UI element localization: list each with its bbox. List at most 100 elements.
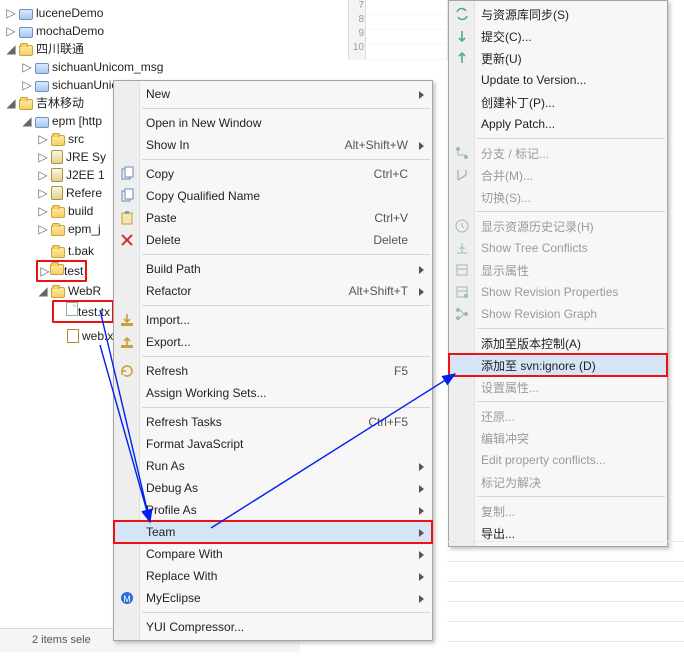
menu-item-accelerator: F5 xyxy=(394,364,408,378)
menu-item-accelerator: Ctrl+C xyxy=(374,167,408,181)
menu-item-accelerator: Ctrl+V xyxy=(374,211,408,225)
expand-toggle[interactable]: ◢ xyxy=(22,112,32,130)
expand-toggle[interactable]: ▷ xyxy=(38,202,48,220)
menu-item[interactable]: YUI Compressor... xyxy=(114,616,432,638)
menu-item[interactable]: Refresh Tasks Ctrl+F5 xyxy=(114,411,432,433)
menu-item: 分支 / 标记... xyxy=(449,142,667,164)
branch-icon xyxy=(454,145,470,161)
menu-item[interactable]: Open in New Window xyxy=(114,112,432,134)
menu-separator xyxy=(142,305,430,306)
expand-toggle[interactable]: ◢ xyxy=(38,282,48,300)
context-menu-team[interactable]: 与资源库同步(S) 提交(C)... 更新(U) Update to Version.… xyxy=(448,0,668,547)
menu-item[interactable]: 更新(U) xyxy=(449,47,667,69)
menu-item[interactable]: Team xyxy=(114,521,432,543)
export-icon xyxy=(119,334,135,350)
menu-item[interactable]: 创建补丁(P)... xyxy=(449,91,667,113)
menu-item[interactable]: Build Path xyxy=(114,258,432,280)
menu-item-label: 与资源库同步(S) xyxy=(481,6,643,23)
menu-item[interactable]: Import... xyxy=(114,309,432,331)
copyq-icon xyxy=(119,188,135,204)
menu-separator xyxy=(477,401,665,402)
menu-item[interactable]: Assign Working Sets... xyxy=(114,382,432,404)
context-menu-primary[interactable]: New Open in New WindowShow InAlt+Shift+W C… xyxy=(113,80,433,641)
menu-item-label: 合并(M)... xyxy=(481,167,643,184)
menu-item[interactable]: Update to Version... xyxy=(449,69,667,91)
menu-item-label: Copy Qualified Name xyxy=(146,189,408,203)
expand-toggle[interactable]: ▷ xyxy=(38,130,48,148)
menu-item[interactable]: Debug As xyxy=(114,477,432,499)
menu-item-label: 添加至版本控制(A) xyxy=(481,335,643,352)
menu-item-label: 设置属性... xyxy=(481,379,643,396)
tree-item-label: 四川联通 xyxy=(36,40,84,58)
menu-item-label: Team xyxy=(146,525,408,539)
menu-item: 设置属性... xyxy=(449,376,667,398)
menu-item[interactable]: DeleteDelete xyxy=(114,229,432,251)
menu-item[interactable]: 与资源库同步(S) xyxy=(449,3,667,25)
file-icon xyxy=(66,302,78,316)
revgraph-icon xyxy=(454,306,470,322)
background-table xyxy=(447,522,684,642)
menu-item[interactable]: Profile As xyxy=(114,499,432,521)
menu-item[interactable]: Format JavaScript xyxy=(114,433,432,455)
menu-item[interactable]: Refactor Alt+Shift+T xyxy=(114,280,432,302)
menu-item[interactable]: 添加至版本控制(A) xyxy=(449,332,667,354)
menu-item[interactable]: Copy Ctrl+C xyxy=(114,163,432,185)
menu-item[interactable]: Apply Patch... xyxy=(449,113,667,135)
menu-item[interactable]: Replace With xyxy=(114,565,432,587)
menu-item[interactable]: Run As xyxy=(114,455,432,477)
menu-item-label: 更新(U) xyxy=(481,50,643,67)
menu-item-label: Refactor xyxy=(146,284,325,298)
menu-item-label: Format JavaScript xyxy=(146,437,408,451)
pkg-icon xyxy=(35,63,49,74)
menu-item-label: Paste xyxy=(146,211,350,225)
menu-item[interactable]: 提交(C)... xyxy=(449,25,667,47)
folder-icon xyxy=(51,207,65,218)
menu-item-label: Refresh xyxy=(146,364,370,378)
menu-item: 编辑冲突 xyxy=(449,427,667,449)
expand-toggle[interactable]: ▷ xyxy=(38,166,48,184)
menu-item-label: Replace With xyxy=(146,569,408,583)
commit-icon xyxy=(454,28,470,44)
expand-toggle[interactable]: ◢ xyxy=(6,40,16,58)
pkg-icon xyxy=(19,27,33,38)
menu-item-label: Copy xyxy=(146,167,350,181)
expand-toggle[interactable]: ▷ xyxy=(22,58,32,76)
menu-item-label: 创建补丁(P)... xyxy=(481,94,643,111)
menu-item[interactable]: Compare With xyxy=(114,543,432,565)
expand-toggle[interactable]: ▷ xyxy=(38,148,48,166)
menu-item[interactable]: Export... xyxy=(114,331,432,353)
menu-item[interactable]: MMyEclipse xyxy=(114,587,432,609)
expand-toggle[interactable]: ▷ xyxy=(38,184,48,202)
jar-icon xyxy=(51,186,63,200)
menu-item-label: Build Path xyxy=(146,262,408,276)
tree-item-label: epm [http xyxy=(52,112,102,130)
tree-item-label: test.tx xyxy=(78,305,110,319)
menu-separator xyxy=(477,138,665,139)
menu-item-accelerator: Ctrl+F5 xyxy=(368,415,408,429)
expand-toggle[interactable]: ▷ xyxy=(6,22,16,40)
xml-icon xyxy=(67,329,79,343)
folder-icon xyxy=(51,225,65,236)
menu-item-accelerator: Alt+Shift+T xyxy=(349,284,408,298)
menu-item[interactable]: Refresh F5 xyxy=(114,360,432,382)
expand-toggle[interactable]: ▷ xyxy=(40,262,50,280)
tree-item-label: J2EE 1 xyxy=(66,166,105,184)
menu-separator xyxy=(477,211,665,212)
menu-item[interactable]: 添加至 svn:ignore (D) xyxy=(449,354,667,376)
menu-item[interactable]: Copy Qualified Name xyxy=(114,185,432,207)
expand-toggle[interactable]: ▷ xyxy=(6,4,16,22)
menu-item[interactable]: New xyxy=(114,83,432,105)
expand-toggle[interactable]: ▷ xyxy=(22,76,32,94)
menu-separator xyxy=(142,254,430,255)
tree-item-label: Refere xyxy=(66,184,102,202)
expand-toggle[interactable]: ▷ xyxy=(38,220,48,238)
menu-item[interactable]: Show InAlt+Shift+W xyxy=(114,134,432,156)
myeclipse-icon: M xyxy=(119,590,135,606)
menu-item-label: Refresh Tasks xyxy=(146,415,344,429)
menu-item-label: Show Tree Conflicts xyxy=(481,241,643,255)
menu-item[interactable]: Paste Ctrl+V xyxy=(114,207,432,229)
expand-toggle[interactable]: ◢ xyxy=(6,94,16,112)
history-icon xyxy=(454,218,470,234)
menu-item-label: 复制... xyxy=(481,503,643,520)
menu-separator xyxy=(477,328,665,329)
